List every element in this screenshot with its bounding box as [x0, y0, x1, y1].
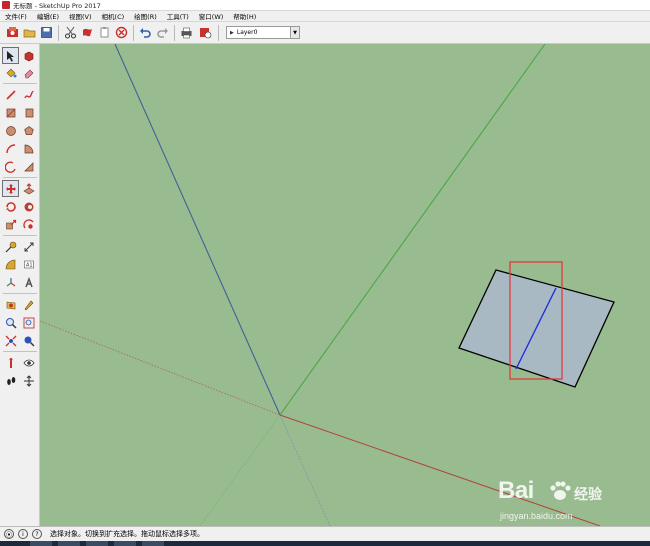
text-tool-icon[interactable]: A1 — [21, 257, 36, 272]
rotate-tool-icon[interactable] — [3, 199, 18, 214]
paint-bucket-icon[interactable] — [3, 65, 18, 80]
sketchup-app-icon — [2, 1, 10, 9]
zoom-extents-icon[interactable] — [3, 333, 18, 348]
zoom-window-icon[interactable] — [21, 315, 36, 330]
zoom-tool-icon[interactable] — [3, 315, 18, 330]
baidu-jingyan-watermark: Bai 经验 jingyan.baidu.com — [498, 475, 618, 525]
standard-toolbar: ▶ Layer0 ▼ — [0, 22, 650, 44]
tool-separator — [3, 177, 37, 178]
green-axis-dashed — [199, 414, 281, 526]
axes-tool-icon[interactable] — [3, 275, 18, 290]
scene-canvas — [40, 44, 615, 526]
help-icon[interactable]: ? — [32, 529, 42, 539]
three-point-arc-tool-icon[interactable] — [3, 159, 18, 174]
tool-separator — [3, 293, 37, 294]
offset-tool-icon[interactable] — [21, 217, 36, 232]
footprints-walk-icon[interactable] — [3, 373, 18, 388]
make-component-icon[interactable] — [21, 48, 36, 63]
line-tool-icon[interactable] — [3, 87, 18, 102]
watermark-brand: Bai — [498, 477, 534, 504]
os-taskbar — [0, 541, 650, 546]
paw-logo-icon — [550, 481, 571, 500]
protractor-icon[interactable] — [3, 257, 18, 272]
freehand-tool-icon[interactable] — [21, 87, 36, 102]
tool-separator — [3, 235, 37, 236]
current-layer-marker-icon: ▶ — [230, 29, 234, 36]
3d-text-tool-icon[interactable] — [21, 275, 36, 290]
erase-icon[interactable] — [114, 25, 129, 40]
cut-icon[interactable] — [63, 25, 78, 40]
get-models-icon[interactable] — [5, 25, 20, 40]
watermark-brand-cn: 经验 — [574, 487, 602, 503]
menu-edit[interactable]: 编辑(E) — [32, 11, 64, 21]
select-tool-icon[interactable] — [2, 47, 19, 64]
drawing-viewport[interactable] — [40, 44, 650, 526]
rotated-rectangle-tool-icon[interactable] — [21, 105, 36, 120]
polygon-tool-icon[interactable] — [21, 123, 36, 138]
tool-separator — [3, 351, 37, 352]
push-pull-tool-icon[interactable] — [21, 181, 36, 196]
save-icon[interactable] — [39, 25, 54, 40]
toolbar-separator — [58, 25, 59, 41]
look-around-eye-icon[interactable] — [21, 355, 36, 370]
menu-view[interactable]: 视图(V) — [64, 11, 97, 21]
menu-camera[interactable]: 相机(C) — [97, 11, 130, 21]
redo-icon[interactable] — [155, 25, 170, 40]
position-camera-icon[interactable] — [3, 355, 18, 370]
chevron-down-icon[interactable]: ▼ — [290, 27, 299, 38]
eraser-icon[interactable] — [21, 65, 36, 80]
copy-icon[interactable] — [80, 25, 95, 40]
taskbar-item[interactable] — [114, 541, 136, 546]
paste-icon[interactable] — [97, 25, 112, 40]
tape-measure-icon[interactable] — [3, 239, 18, 254]
menu-file[interactable]: 文件(F) — [0, 11, 32, 21]
scale-tool-icon[interactable] — [3, 217, 18, 232]
title-bar: 无标题 - SketchUp Pro 2017 — [0, 0, 650, 11]
menu-draw[interactable]: 绘图(R) — [129, 11, 162, 21]
rectangle-tool-icon[interactable] — [3, 105, 18, 120]
toolbar-separator — [218, 25, 219, 41]
menu-help[interactable]: 帮助(H) — [228, 11, 261, 21]
pie-tool-icon[interactable] — [21, 141, 36, 156]
status-message: 选择对象。切换到扩充选择。拖动鼠标选择多项。 — [50, 530, 204, 538]
model-info-icon[interactable] — [198, 25, 213, 40]
layer-select[interactable]: ▶ Layer0 ▼ — [226, 26, 300, 39]
toolbar-separator — [174, 25, 175, 41]
taskbar-item[interactable] — [86, 541, 108, 546]
blue-axis-solid — [114, 44, 281, 416]
circle-tool-icon[interactable] — [3, 123, 18, 138]
taskbar-item[interactable] — [30, 541, 52, 546]
two-point-arc-tool-icon[interactable] — [21, 159, 36, 174]
walk-through-arrows-icon[interactable] — [21, 373, 36, 388]
blue-axis-dashed — [279, 414, 331, 526]
move-tool-icon[interactable] — [2, 180, 19, 197]
follow-me-tool-icon[interactable] — [21, 199, 36, 214]
svg-text:A1: A1 — [26, 262, 33, 268]
undo-icon[interactable] — [138, 25, 153, 40]
taskbar-item[interactable] — [142, 541, 164, 546]
dimension-tool-icon[interactable] — [21, 239, 36, 254]
geo-location-icon[interactable]: ⦿ — [4, 529, 14, 539]
status-bar: ⦿ i ? 选择对象。切换到扩充选择。拖动鼠标选择多项。 — [0, 526, 650, 541]
taskbar-item[interactable] — [58, 541, 80, 546]
orbit-tool-icon[interactable] — [21, 333, 36, 348]
menu-window[interactable]: 窗口(W) — [194, 11, 229, 21]
menu-bar: 文件(F) 编辑(E) 视图(V) 相机(C) 绘图(R) 工具(T) 窗口(W… — [0, 11, 650, 22]
open-icon[interactable] — [22, 25, 37, 40]
toolbar-separator — [133, 25, 134, 41]
tool-separator — [3, 83, 37, 84]
menu-tools[interactable]: 工具(T) — [162, 11, 194, 21]
print-icon[interactable] — [179, 25, 194, 40]
large-tool-set: A1 — [0, 44, 40, 526]
window-title: 无标题 - SketchUp Pro 2017 — [13, 2, 101, 10]
watermark-url: jingyan.baidu.com — [500, 511, 573, 521]
arc-tool-icon[interactable] — [3, 141, 18, 156]
info-icon[interactable]: i — [18, 529, 28, 539]
paint-brush-icon[interactable] — [21, 297, 36, 312]
current-layer-name: Layer0 — [236, 29, 258, 36]
section-plane-icon[interactable] — [3, 297, 18, 312]
